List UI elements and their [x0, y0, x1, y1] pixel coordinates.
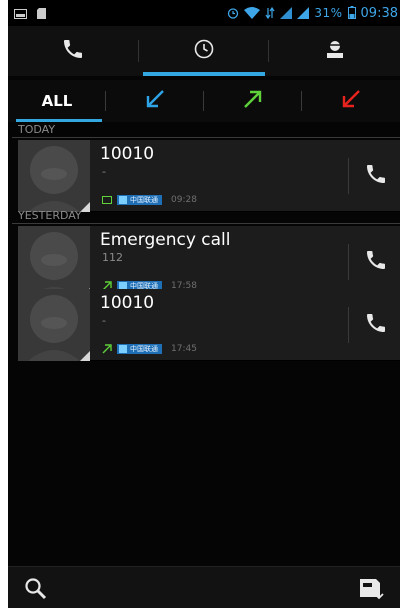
- call-number: -: [102, 165, 106, 178]
- incoming-arrow-icon: [144, 88, 166, 114]
- filter-incoming[interactable]: [106, 80, 204, 122]
- data-transfer-icon: [265, 4, 275, 23]
- contact-avatar[interactable]: [18, 289, 90, 361]
- filter-missed[interactable]: [302, 80, 400, 122]
- outgoing-arrow-icon: [102, 339, 112, 358]
- phone-icon: [364, 162, 388, 190]
- alarm-icon: [227, 4, 239, 23]
- carrier-name: 中国联通: [130, 195, 158, 204]
- phone-icon: [61, 37, 85, 65]
- call-back-button[interactable]: [360, 309, 392, 341]
- call-name: 10010: [100, 144, 155, 164]
- call-time: 17:45: [171, 343, 197, 354]
- section-header-yesterday: YESTERDAY: [12, 208, 400, 224]
- call-back-button[interactable]: [360, 160, 392, 192]
- row-divider: [348, 158, 349, 194]
- status-bar: 31% 09:38: [8, 0, 400, 26]
- call-log-row[interactable]: 10010 - 中国联通 17:45: [18, 289, 400, 361]
- carrier-name: 中国联通: [130, 344, 158, 353]
- contact-avatar[interactable]: [18, 226, 90, 298]
- call-filter-bar: ALL: [8, 80, 400, 122]
- tab-call-log[interactable]: [139, 26, 270, 76]
- call-number: -: [102, 314, 106, 327]
- battery-icon: [347, 4, 356, 23]
- clock-icon: [193, 38, 215, 64]
- sms-icon: [102, 190, 112, 209]
- row-divider: [348, 244, 349, 280]
- section-header-today: TODAY: [12, 122, 400, 138]
- filter-all[interactable]: ALL: [8, 80, 106, 122]
- row-divider: [348, 307, 349, 343]
- contact-avatar[interactable]: [18, 140, 90, 212]
- wifi-icon: [244, 4, 261, 23]
- carrier-badge: 中国联通: [117, 343, 162, 354]
- screenshot-icon: [14, 4, 27, 23]
- phone-screen: 31% 09:38 ALL TODAY 10010 - 中国联通 09:28 Y…: [8, 0, 400, 608]
- filter-outgoing[interactable]: [204, 80, 302, 122]
- outgoing-arrow-icon: [242, 88, 264, 114]
- menu-icon[interactable]: [358, 575, 384, 605]
- battery-percent: 31%: [314, 6, 343, 20]
- phone-icon: [364, 248, 388, 276]
- filter-all-label: ALL: [41, 92, 73, 110]
- call-back-button[interactable]: [360, 246, 392, 278]
- bottom-action-bar: [8, 566, 400, 608]
- missed-arrow-icon: [340, 88, 362, 114]
- tab-dialer[interactable]: [8, 26, 139, 76]
- carrier-badge: 中国联通: [117, 194, 162, 205]
- call-log-row[interactable]: 10010 - 中国联通 09:28: [18, 140, 400, 212]
- call-number: 112: [102, 251, 123, 264]
- call-log-row[interactable]: Emergency call 112 中国联通 17:58: [18, 226, 400, 298]
- tab-contacts[interactable]: [269, 26, 400, 76]
- status-clock: 09:38: [360, 5, 398, 21]
- phone-icon: [364, 311, 388, 339]
- call-time: 09:28: [171, 194, 197, 205]
- call-name: 10010: [100, 293, 155, 313]
- search-icon[interactable]: [24, 577, 48, 605]
- selected-tab-indicator: [142, 72, 266, 76]
- signal-1-icon: [280, 4, 293, 23]
- signal-2-icon: [297, 4, 310, 23]
- sd-card-icon: [37, 4, 46, 23]
- top-tab-bar: [8, 26, 400, 76]
- contact-icon: [324, 38, 346, 64]
- call-name: Emergency call: [100, 230, 231, 250]
